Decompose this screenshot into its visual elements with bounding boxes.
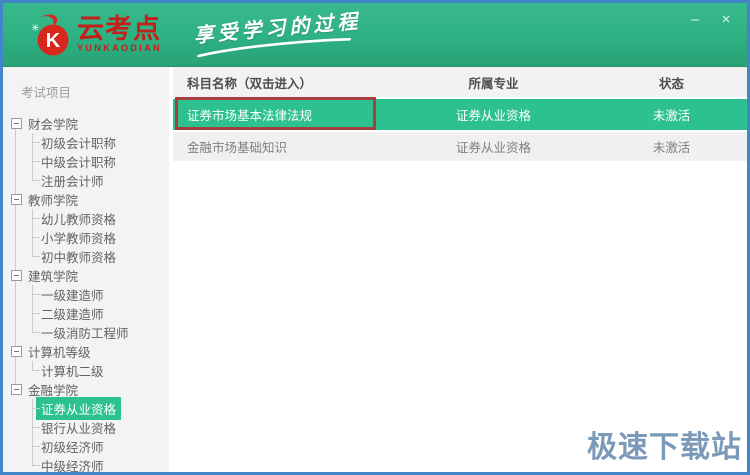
tree-item[interactable]: 一级消防工程师 xyxy=(3,323,169,342)
tree-item-label: 中级经济师 xyxy=(41,460,104,472)
tree-item[interactable]: 初级会计职称 xyxy=(3,133,169,152)
tree-item[interactable]: 小学教师资格 xyxy=(3,228,169,247)
main-panel: 科目名称（双击进入） 所属专业 状态 证券市场基本法律法规 证券从业资格 未激活 金融… xyxy=(173,67,747,472)
table-row-selected[interactable]: 证券市场基本法律法规 证券从业资格 未激活 xyxy=(173,97,747,132)
collapse-icon[interactable] xyxy=(11,270,22,281)
tree-group-label: 教师学院 xyxy=(28,194,79,208)
tree-children: 初级会计职称 中级会计职称 注册会计师 xyxy=(3,133,169,190)
close-button[interactable]: × xyxy=(717,11,735,29)
tree-item[interactable]: 注册会计师 xyxy=(3,171,169,190)
column-subject-name: 科目名称（双击进入） xyxy=(187,76,313,91)
table-row[interactable]: 金融市场基础知识 证券从业资格 未激活 xyxy=(173,132,747,163)
cell-status: 未激活 xyxy=(652,109,691,123)
app-logo: K ✳ 云考点 YUNKAODIAN xyxy=(29,11,162,59)
tree-item-label: 注册会计师 xyxy=(41,175,104,189)
tree-item-label: 二级建造师 xyxy=(41,308,104,322)
exam-category-tree: 财会学院 初级会计职称 中级会计职称 注册会计师 教师学院 幼儿教师资格 小学教师资格 初中教… xyxy=(3,114,169,472)
svg-text:K: K xyxy=(46,30,61,52)
tree-item[interactable]: 中级会计职称 xyxy=(3,152,169,171)
collapse-icon[interactable] xyxy=(11,194,22,205)
tree-item[interactable]: 计算机二级 xyxy=(3,361,169,380)
table-header: 科目名称（双击进入） 所属专业 状态 xyxy=(173,67,747,99)
tree-item[interactable]: 幼儿教师资格 xyxy=(3,209,169,228)
tree-group-label: 金融学院 xyxy=(28,384,79,398)
window-controls: – × xyxy=(686,11,735,29)
tree-item-label: 一级消防工程师 xyxy=(41,327,129,341)
slogan: 享受学习的过程 xyxy=(192,5,363,58)
tree-item-label: 银行从业资格 xyxy=(41,422,117,436)
tree-item[interactable]: 二级建造师 xyxy=(3,304,169,323)
logo-k-icon: K ✳ xyxy=(31,14,69,55)
tree-group[interactable]: 财会学院 xyxy=(3,114,169,133)
tree-group-label: 计算机等级 xyxy=(28,346,91,360)
tree-group[interactable]: 教师学院 xyxy=(3,190,169,209)
collapse-icon[interactable] xyxy=(11,346,22,357)
tree-item-label: 中级会计职称 xyxy=(41,156,117,170)
tree-item-label: 小学教师资格 xyxy=(41,232,117,246)
tree-item-label: 初级经济师 xyxy=(41,441,104,455)
cell-major: 证券从业资格 xyxy=(455,109,531,123)
cell-major: 证券从业资格 xyxy=(455,141,531,155)
sidebar: 考试项目 财会学院 初级会计职称 中级会计职称 注册会计师 教师学院 幼儿教师资格 小学教师… xyxy=(3,67,169,472)
subject-table-body: 证券市场基本法律法规 证券从业资格 未激活 金融市场基础知识 证券从业资格 未激活 xyxy=(173,97,747,163)
brand-name: 云考点 xyxy=(77,14,161,44)
cell-subject: 证券市场基本法律法规 xyxy=(187,109,313,123)
tree-children: 计算机二级 xyxy=(3,361,169,380)
sidebar-header: 考试项目 xyxy=(21,86,72,100)
tree-group[interactable]: 建筑学院 xyxy=(3,266,169,285)
tree-item-label: 初级会计职称 xyxy=(41,137,117,151)
brand-block: 云考点 YUNKAODIAN xyxy=(77,16,162,53)
tree-item[interactable]: 中级经济师 xyxy=(3,456,169,472)
tree-item-label: 初中教师资格 xyxy=(41,251,117,265)
app-window: K ✳ 云考点 YUNKAODIAN 享受学习的过程 – × 考试项目 财会学院… xyxy=(0,0,750,475)
tree-item-label: 一级建造师 xyxy=(41,289,104,303)
svg-text:✳: ✳ xyxy=(31,23,39,34)
tree-item-label: 计算机二级 xyxy=(41,365,104,379)
collapse-icon[interactable] xyxy=(11,118,22,129)
tree-item[interactable]: 初级经济师 xyxy=(3,437,169,456)
window-body: 考试项目 财会学院 初级会计职称 中级会计职称 注册会计师 教师学院 幼儿教师资格 小学教师… xyxy=(3,67,747,472)
tree-item[interactable]: 银行从业资格 xyxy=(3,418,169,437)
column-major: 所属专业 xyxy=(468,76,519,91)
tree-group-label: 建筑学院 xyxy=(28,270,79,284)
cell-subject: 金融市场基础知识 xyxy=(187,141,288,155)
tree-children: 证券从业资格银行从业资格 初级经济师中级经济师 xyxy=(3,397,169,472)
tree-item-label: 幼儿教师资格 xyxy=(41,213,117,227)
brand-subtitle: YUNKAODIAN xyxy=(77,43,163,53)
tree-group[interactable]: 计算机等级 xyxy=(3,342,169,361)
tree-children: 幼儿教师资格 小学教师资格 初中教师资格 xyxy=(3,209,169,266)
tree-children: 一级建造师二级建造师一级消防工程师 xyxy=(3,285,169,342)
tree-group[interactable]: 金融学院 xyxy=(3,380,169,399)
minimize-button[interactable]: – xyxy=(686,11,704,29)
titlebar: K ✳ 云考点 YUNKAODIAN 享受学习的过程 – × xyxy=(3,3,747,67)
tree-item[interactable]: 证券从业资格 xyxy=(3,397,169,420)
watermark: 极速下载站 xyxy=(587,431,742,464)
tree-item[interactable]: 一级建造师 xyxy=(3,285,169,304)
tree-item[interactable]: 初中教师资格 xyxy=(3,247,169,266)
cell-status: 未激活 xyxy=(652,141,691,155)
column-status: 状态 xyxy=(658,76,684,91)
tree-item-label-selected: 证券从业资格 xyxy=(36,397,122,420)
collapse-icon[interactable] xyxy=(11,384,22,395)
tree-group-label: 财会学院 xyxy=(28,118,79,132)
